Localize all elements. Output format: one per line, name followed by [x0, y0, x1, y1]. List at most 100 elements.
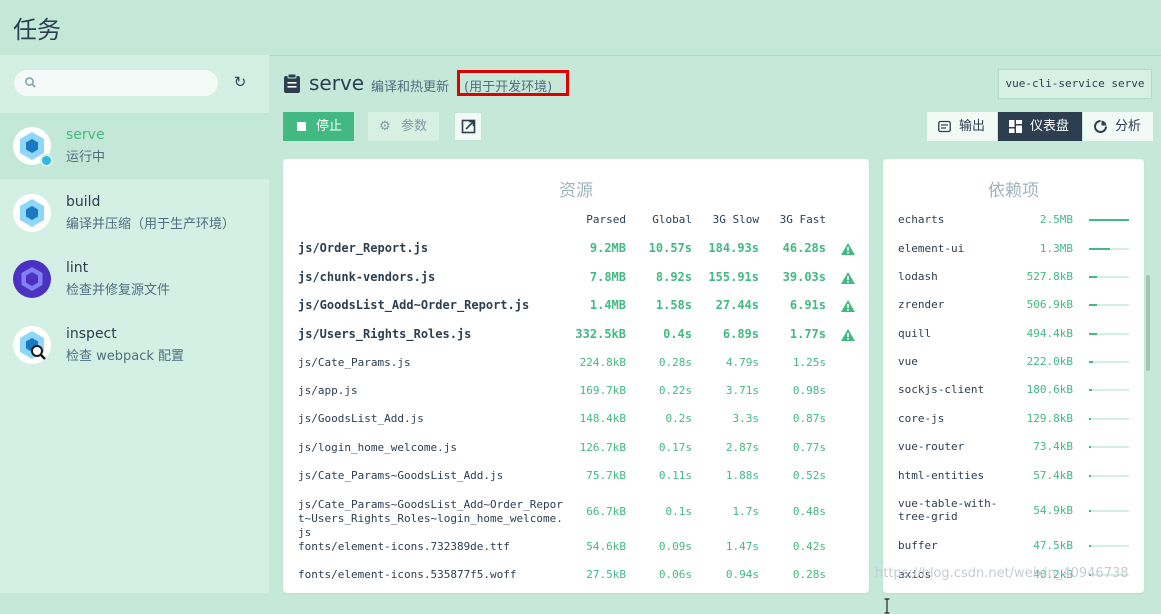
dependency-size-bar-fill: [1089, 389, 1092, 391]
sidebar-item-inspect[interactable]: inspect 检查 webpack 配置: [0, 312, 269, 378]
dependency-size-bar: [1089, 304, 1129, 306]
column-header: Global: [652, 213, 692, 226]
dependency-size-bar: [1089, 418, 1129, 420]
asset-parsed-size: 126.7kB: [579, 441, 626, 454]
task-name: inspect: [66, 326, 117, 342]
asset-3g-fast-time: 1.77s: [789, 327, 826, 341]
top-bar: 任务: [0, 0, 1161, 56]
running-status-dot: [40, 154, 53, 167]
asset-global-time: 0.06s: [658, 568, 692, 581]
asset-3g-fast-time: 39.03s: [782, 270, 826, 284]
tab-dashboard[interactable]: 仪表盘: [998, 112, 1082, 141]
tab-analyze[interactable]: 分析: [1083, 112, 1153, 141]
dependency-name: lodash: [898, 270, 938, 283]
asset-3g-slow-time: 3.71s: [725, 384, 759, 397]
dependency-size-bar-fill: [1089, 446, 1091, 448]
asset-parsed-size: 224.8kB: [579, 356, 626, 369]
stop-button[interactable]: 停止: [283, 112, 354, 141]
asset-file-name: js/Cate_Params~GoodsList_Add~Order_Repor…: [298, 498, 563, 539]
output-icon: [938, 120, 951, 133]
dependency-size-bar-fill: [1089, 276, 1097, 278]
tab-analyze-label: 分析: [1115, 119, 1142, 134]
dependency-size-bar-fill: [1089, 361, 1093, 363]
dependency-size-bar-fill: [1089, 475, 1091, 477]
asset-3g-slow-time: 2.87s: [725, 441, 759, 454]
refresh-icon[interactable]: ↻: [232, 74, 248, 90]
asset-3g-fast-time: 0.77s: [792, 441, 826, 454]
dependency-size-bar: [1089, 361, 1129, 363]
dependency-size: 494.4kB: [1026, 327, 1073, 340]
dependency-size-bar: [1089, 333, 1129, 335]
tab-output[interactable]: 输出: [927, 112, 997, 141]
dependency-name: quill: [898, 327, 932, 340]
open-external-button[interactable]: [454, 112, 482, 141]
dependency-name: echarts: [898, 213, 945, 226]
sidebar-item-lint[interactable]: lint 检查并修复源文件: [0, 246, 269, 312]
asset-file-name: js/Order_Report.js: [298, 241, 429, 255]
column-header: 3G Fast: [779, 213, 826, 226]
analyze-icon: [1094, 120, 1107, 133]
stop-label: 停止: [316, 119, 343, 134]
dependency-size: 180.6kB: [1026, 383, 1073, 396]
task-description-env: (用于开发环境): [464, 80, 553, 95]
asset-file-name: js/app.js: [298, 384, 358, 397]
asset-file-name: fonts/element-icons.732389de.ttf: [298, 540, 510, 553]
scrollbar[interactable]: [1146, 275, 1150, 371]
highlight-box: (用于开发环境): [457, 70, 569, 96]
warning-icon: [841, 272, 855, 284]
params-label: 参数: [401, 119, 428, 134]
dependency-size: 47.5kB: [1033, 539, 1073, 552]
dependencies-title: 依赖项: [988, 181, 1039, 201]
stop-icon: [297, 122, 306, 131]
asset-3g-fast-time: 0.28s: [792, 568, 826, 581]
webpack-cube-icon: [13, 194, 51, 232]
page-title: 任务: [13, 16, 61, 44]
dependency-name: core-js: [898, 412, 945, 425]
dependency-size-bar: [1089, 248, 1129, 250]
asset-parsed-size: 27.5kB: [586, 568, 626, 581]
dependencies-card: 依赖项 echarts 2.5MB element-ui 1.3MB lodash 527…: [883, 159, 1144, 593]
task-description: 编译和热更新: [371, 80, 450, 95]
dependency-size-bar-fill: [1089, 510, 1091, 512]
dependency-size-bar-fill: [1089, 248, 1110, 250]
asset-file-name: js/login_home_welcome.js: [298, 441, 457, 454]
search-input[interactable]: [14, 70, 218, 96]
dependency-size: 129.8kB: [1026, 412, 1073, 425]
column-header: 3G Slow: [712, 213, 759, 226]
watermark: https://blog.csdn.net/weixin_40946738: [875, 566, 1129, 581]
dependency-name: vue: [898, 355, 918, 368]
dependency-size-bar: [1089, 510, 1129, 512]
dependency-name: buffer: [898, 539, 938, 552]
asset-global-time: 0.2s: [665, 412, 693, 425]
warning-icon: [841, 329, 855, 341]
asset-3g-fast-time: 1.25s: [792, 356, 826, 369]
dependency-name: vue-router: [898, 440, 965, 453]
task-title: serve: [309, 71, 365, 95]
dependency-name: zrender: [898, 298, 945, 311]
command-button[interactable]: vue-cli-service serve: [998, 69, 1152, 99]
dependency-size: 54.9kB: [1033, 504, 1073, 517]
asset-parsed-size: 169.7kB: [579, 384, 626, 397]
dependency-name: element-ui: [898, 242, 965, 255]
asset-parsed-size: 148.4kB: [579, 412, 626, 425]
clipboard-icon: [284, 73, 300, 93]
asset-3g-fast-time: 0.48s: [792, 505, 826, 518]
params-button[interactable]: ⚙ 参数: [368, 112, 439, 141]
asset-global-time: 0.09s: [658, 540, 692, 553]
gear-icon: ⚙: [379, 119, 391, 134]
asset-global-time: 0.22s: [658, 384, 692, 397]
sidebar-item-serve[interactable]: serve 运行中: [0, 113, 269, 179]
asset-parsed-size: 1.4MB: [589, 298, 626, 312]
asset-file-name: js/GoodsList_Add.js: [298, 412, 424, 425]
asset-3g-fast-time: 6.91s: [789, 298, 826, 312]
asset-3g-fast-time: 46.28s: [782, 241, 826, 255]
dependency-size: 222.0kB: [1026, 355, 1073, 368]
sidebar-item-build[interactable]: build 编译并压缩（用于生产环境）: [0, 180, 269, 246]
task-sidebar: ↻ serve 运行中 build 编译并压缩（用于生产环境） lint 检查并…: [0, 55, 269, 593]
dependency-size-bar: [1089, 545, 1129, 547]
task-desc: 编译并压缩（用于生产环境）: [66, 217, 236, 232]
dependency-name: sockjs-client: [898, 383, 985, 396]
asset-3g-slow-time: 4.79s: [725, 356, 759, 369]
warning-icon: [841, 243, 855, 255]
dependency-size: 2.5MB: [1039, 213, 1073, 226]
